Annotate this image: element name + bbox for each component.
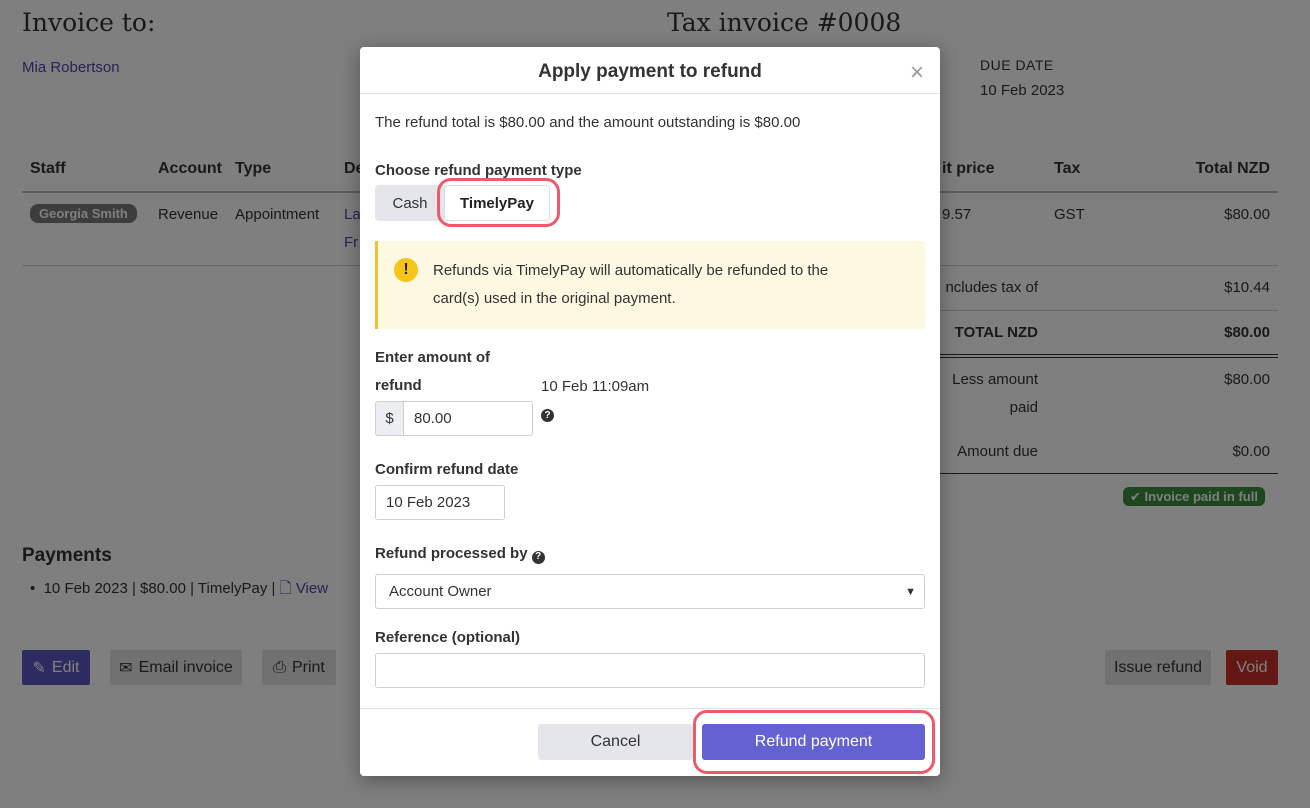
amount-label: Enter amount of [375, 349, 490, 366]
timelypay-alert: ! Refunds via TimelyPay will automatical… [375, 241, 925, 329]
payment-type-cash[interactable]: Cash [375, 185, 445, 221]
reference-label: Reference (optional) [375, 629, 521, 646]
warning-icon: ! [394, 258, 418, 282]
refund-amount-input[interactable]: 80.00 [403, 401, 533, 436]
close-icon[interactable]: × [910, 61, 924, 85]
amount-timestamp: 10 Feb 11:09am [541, 378, 650, 395]
refund-date-input[interactable]: 10 Feb 2023 [375, 485, 505, 520]
modal-footer-divider [360, 708, 940, 709]
refund-summary: The refund total is $80.00 and the amoun… [375, 114, 801, 131]
refund-payment-button[interactable]: Refund payment [702, 724, 925, 760]
processed-by-select[interactable]: Account Owner ▼ [375, 574, 925, 609]
question-icon[interactable]: ? [541, 409, 554, 422]
modal-header-divider [360, 93, 940, 94]
refund-modal: Apply payment to refund × The refund tot… [360, 47, 940, 776]
cancel-button[interactable]: Cancel [538, 724, 693, 760]
modal-title: Apply payment to refund [538, 61, 762, 82]
alert-text: Refunds via TimelyPay will automatically… [433, 257, 828, 313]
alert-line-2: card(s) used in the original payment. [433, 290, 676, 307]
payment-type-label: Choose refund payment type [375, 162, 582, 179]
processed-by-label: Refund processed by ? [375, 545, 545, 564]
alert-line-1: Refunds via TimelyPay will automatically… [433, 262, 829, 279]
date-label: Confirm refund date [375, 461, 519, 478]
chevron-down-icon: ▼ [905, 585, 916, 598]
reference-input[interactable] [375, 653, 925, 688]
payment-type-timelypay[interactable]: TimelyPay [444, 185, 550, 221]
question-icon[interactable]: ? [531, 550, 545, 564]
amount-label-2: refund [375, 377, 422, 394]
processed-by-value: Account Owner [389, 583, 492, 600]
currency-addon: $ [375, 401, 404, 436]
